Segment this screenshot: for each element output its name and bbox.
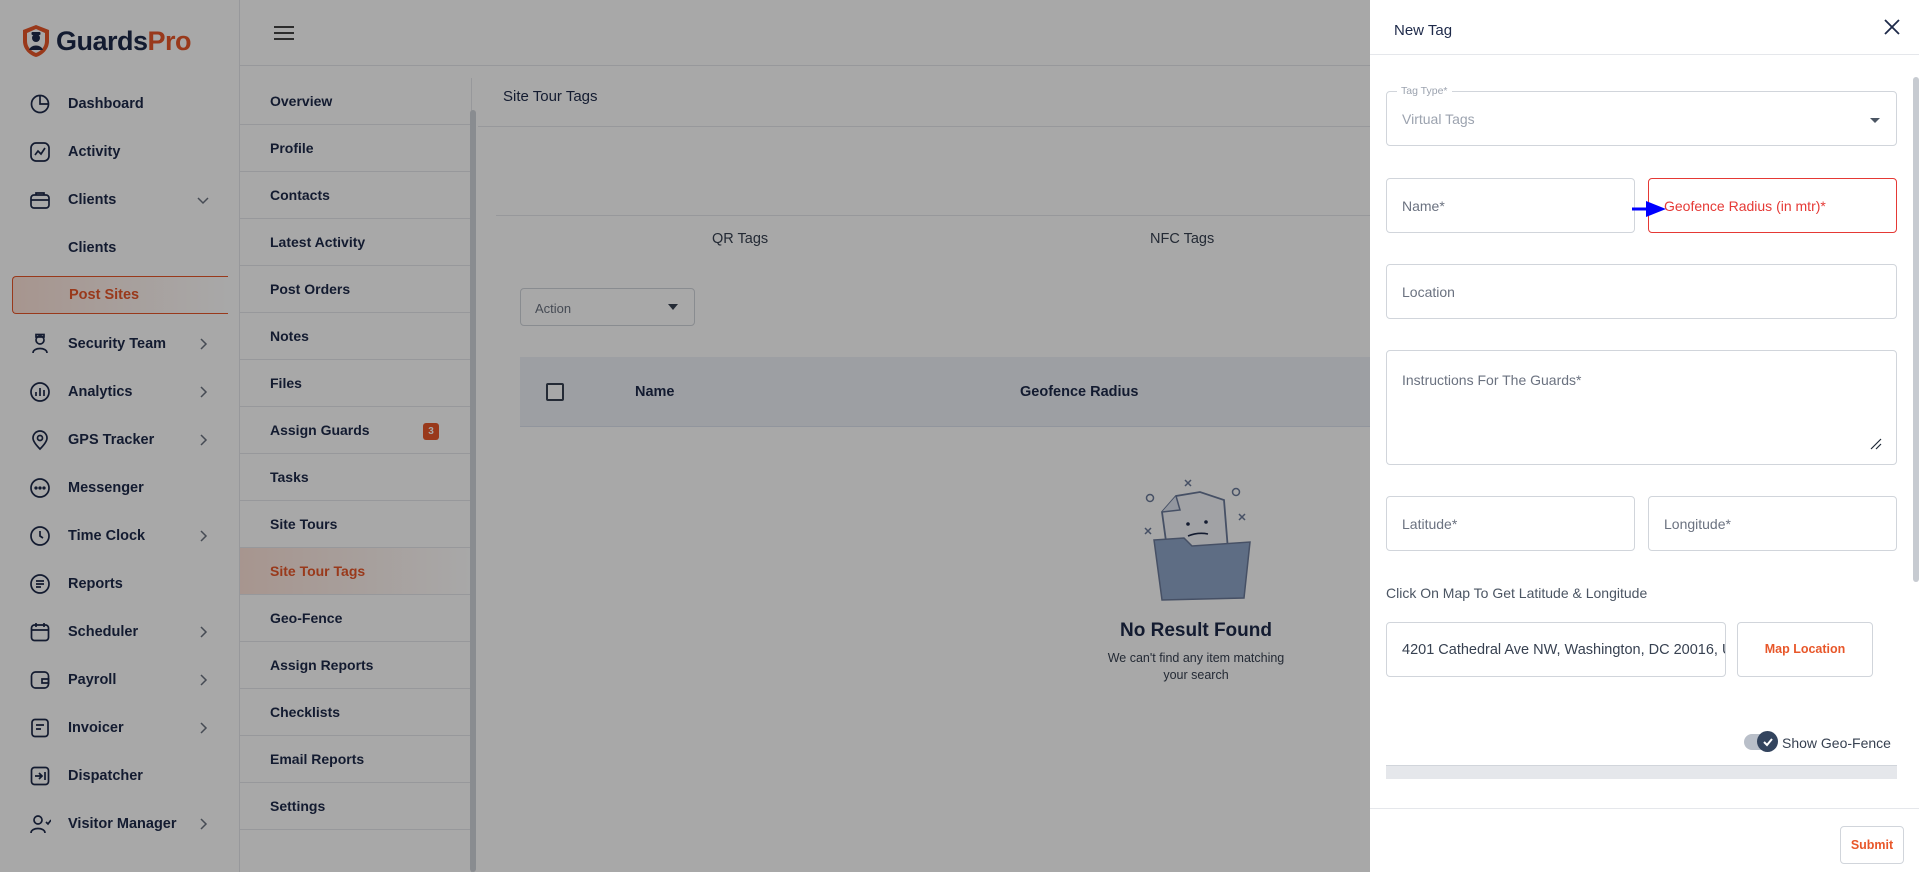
show-geofence-toggle[interactable] bbox=[1744, 731, 1778, 752]
location-field[interactable]: Location bbox=[1386, 264, 1897, 319]
show-geofence-label: Show Geo-Fence bbox=[1782, 735, 1891, 751]
latitude-placeholder: Latitude* bbox=[1402, 516, 1458, 532]
drawer-scrollbar[interactable] bbox=[1913, 77, 1919, 582]
longitude-placeholder: Longitude* bbox=[1664, 516, 1731, 532]
name-placeholder: Name* bbox=[1402, 198, 1445, 214]
map-area[interactable] bbox=[1386, 765, 1897, 779]
name-field[interactable]: Name* bbox=[1386, 178, 1635, 233]
instructions-textarea[interactable]: Instructions For The Guards* bbox=[1386, 350, 1897, 465]
check-icon bbox=[1757, 731, 1778, 752]
latitude-field[interactable]: Latitude* bbox=[1386, 496, 1635, 551]
tag-type-label: Tag Type* bbox=[1397, 85, 1452, 97]
instructions-placeholder: Instructions For The Guards* bbox=[1402, 372, 1582, 388]
caret-down-icon bbox=[1870, 118, 1880, 123]
map-location-button[interactable]: Map Location bbox=[1737, 622, 1873, 677]
map-helper-text: Click On Map To Get Latitude & Longitude bbox=[1386, 585, 1648, 601]
drawer-title: New Tag bbox=[1394, 22, 1453, 39]
submit-button[interactable]: Submit bbox=[1840, 826, 1904, 864]
tag-type-value: Virtual Tags bbox=[1402, 111, 1475, 127]
drawer-footer bbox=[1370, 808, 1919, 872]
pointer-arrow-icon bbox=[1632, 201, 1666, 217]
resize-handle-icon[interactable] bbox=[1870, 438, 1882, 450]
drawer-header: New Tag bbox=[1370, 0, 1919, 55]
address-input[interactable]: 4201 Cathedral Ave NW, Washington, DC 20… bbox=[1386, 622, 1726, 677]
geofence-radius-field[interactable]: Geofence Radius (in mtr)* bbox=[1648, 178, 1897, 233]
location-placeholder: Location bbox=[1402, 284, 1455, 300]
tag-type-select[interactable]: Tag Type* Virtual Tags bbox=[1386, 85, 1897, 146]
longitude-field[interactable]: Longitude* bbox=[1648, 496, 1897, 551]
modal-backdrop[interactable] bbox=[0, 0, 1370, 872]
geofence-radius-placeholder: Geofence Radius (in mtr)* bbox=[1664, 198, 1826, 214]
close-icon[interactable] bbox=[1883, 18, 1901, 36]
